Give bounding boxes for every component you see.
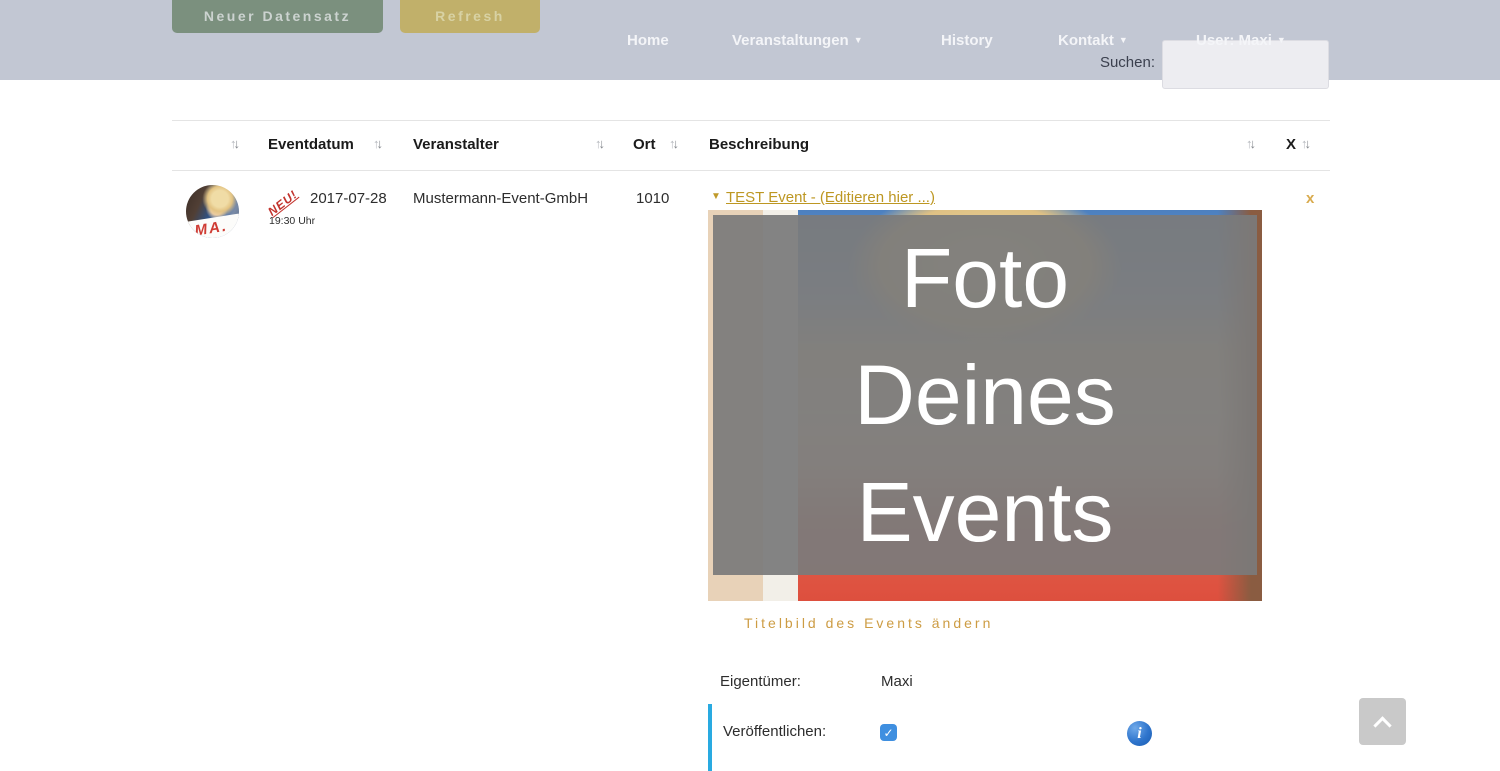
nav-label: Veranstaltungen bbox=[732, 32, 849, 49]
event-collapse-caret-icon[interactable]: ▼ bbox=[711, 191, 721, 202]
search-label: Suchen: bbox=[1040, 54, 1155, 71]
column-header-veranstalter[interactable]: Veranstalter bbox=[413, 136, 499, 153]
change-cover-image-link[interactable]: Titelbild des Events ändern bbox=[744, 615, 993, 631]
column-header-beschreibung[interactable]: Beschreibung bbox=[709, 136, 809, 153]
sort-control-avatar-column[interactable]: ↑↓ bbox=[230, 136, 237, 151]
chevron-down-icon: ▼ bbox=[854, 35, 863, 45]
event-time: 19:30 Uhr bbox=[269, 215, 315, 227]
sort-down-icon: ↓ bbox=[1305, 136, 1309, 151]
sort-control-ort[interactable]: ↑↓ bbox=[669, 136, 676, 151]
sort-down-icon: ↓ bbox=[1250, 136, 1254, 151]
sort-control-eventdatum[interactable]: ↑↓ bbox=[373, 136, 380, 151]
nav-item-user-menu[interactable]: User: Maxi ▼ bbox=[1196, 32, 1286, 49]
page: Neuer Datensatz Refresh Home Veranstaltu… bbox=[0, 0, 1500, 771]
info-glyph: i bbox=[1137, 725, 1141, 743]
nav-label: Kontakt bbox=[1058, 32, 1114, 49]
nav-item-history[interactable]: History bbox=[941, 32, 993, 49]
event-cover-photo[interactable]: Foto Deines Events bbox=[708, 210, 1262, 601]
nav-item-kontakt[interactable]: Kontakt ▼ bbox=[1058, 32, 1128, 49]
nav-item-home[interactable]: Home bbox=[627, 32, 669, 49]
sort-control-veranstalter[interactable]: ↑↓ bbox=[595, 136, 602, 151]
ort-value: 1010 bbox=[636, 190, 669, 207]
avatar-sign-text: MA. bbox=[186, 214, 239, 238]
photo-placeholder-overlay: Foto Deines Events bbox=[713, 215, 1257, 575]
row-delete-button[interactable]: x bbox=[1306, 190, 1314, 207]
sort-down-icon: ↓ bbox=[377, 136, 381, 151]
event-edit-link[interactable]: TEST Event - (Editieren hier ...) bbox=[726, 189, 935, 206]
table-header-border bbox=[172, 170, 1330, 171]
publish-row-accent-bar bbox=[708, 704, 712, 771]
sort-control-x-left[interactable]: ↑↓ bbox=[1246, 136, 1253, 151]
column-header-eventdatum[interactable]: Eventdatum bbox=[268, 136, 354, 153]
nav-label: User: Maxi bbox=[1196, 32, 1272, 49]
owner-value: Maxi bbox=[881, 673, 913, 690]
sort-down-icon: ↓ bbox=[234, 136, 238, 151]
owner-label: Eigentümer: bbox=[720, 673, 801, 690]
nav-item-veranstaltungen[interactable]: Veranstaltungen ▼ bbox=[732, 32, 863, 49]
check-icon: ✓ bbox=[883, 726, 893, 740]
column-header-ort[interactable]: Ort bbox=[633, 136, 656, 153]
photo-overlay-line: Events bbox=[857, 454, 1114, 571]
chevron-up-icon bbox=[1373, 716, 1391, 734]
sort-down-icon: ↓ bbox=[673, 136, 677, 151]
publish-checkbox[interactable]: ✓ bbox=[880, 724, 897, 741]
column-header-x[interactable]: X bbox=[1286, 136, 1296, 153]
nav-label: Home bbox=[627, 32, 669, 49]
refresh-button[interactable]: Refresh bbox=[400, 0, 540, 33]
sort-control-x[interactable]: ↑↓ bbox=[1301, 136, 1308, 151]
scroll-to-top-button[interactable] bbox=[1359, 698, 1406, 745]
info-icon[interactable]: i bbox=[1127, 721, 1152, 746]
veranstalter-value: Mustermann-Event-GmbH bbox=[413, 190, 588, 207]
avatar: MA. bbox=[186, 185, 239, 238]
chevron-down-icon: ▼ bbox=[1277, 35, 1286, 45]
photo-overlay-line: Deines bbox=[854, 337, 1115, 454]
chevron-down-icon: ▼ bbox=[1119, 35, 1128, 45]
photo-overlay-line: Foto bbox=[901, 220, 1069, 337]
table-top-border bbox=[172, 120, 1330, 121]
publish-label: Veröffentlichen: bbox=[723, 723, 826, 740]
new-record-button[interactable]: Neuer Datensatz bbox=[172, 0, 383, 33]
event-date: 2017-07-28 bbox=[310, 190, 387, 207]
nav-label: History bbox=[941, 32, 993, 49]
top-navigation-bar: Neuer Datensatz Refresh Home Veranstaltu… bbox=[0, 0, 1500, 80]
sort-down-icon: ↓ bbox=[599, 136, 603, 151]
